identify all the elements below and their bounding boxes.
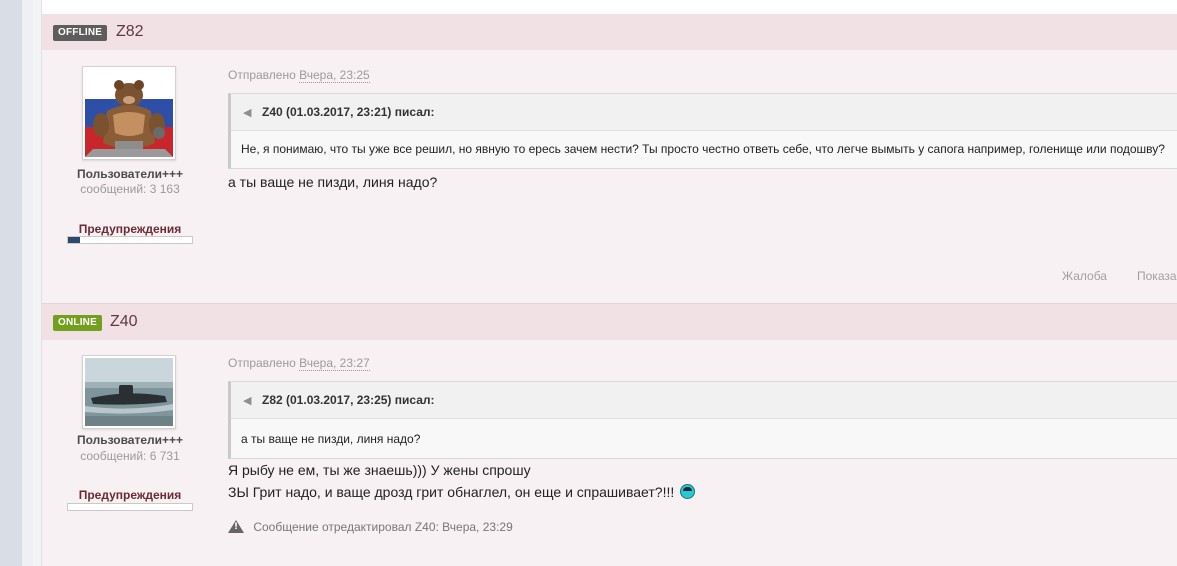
quote-header: ◀ Z82 (01.03.2017, 23:25) писал:	[231, 382, 1177, 419]
post-z40: ONLINE Z40 Пользователи+++ сообщений: 6 …	[41, 303, 1177, 566]
quote-author: Z40 (01.03.2017, 23:21) писал:	[262, 105, 435, 119]
post-body: а ты ваще не пизди, линя надо?	[228, 171, 437, 193]
edit-note: Сообщение отредактировал Z40: Вчера, 23:…	[228, 520, 513, 534]
quote-author: Z82 (01.03.2017, 23:25) писал:	[262, 393, 435, 407]
sent-date-link[interactable]: Вчера, 23:25	[299, 68, 370, 83]
show-link[interactable]: Показа	[1137, 269, 1177, 283]
post-header: ONLINE Z40	[42, 303, 1177, 340]
quote-header: ◀ Z40 (01.03.2017, 23:21) писал:	[231, 94, 1177, 131]
avatar[interactable]	[82, 355, 176, 429]
post-count: сообщений: 3 163	[80, 182, 180, 196]
quote-block: ◀ Z82 (01.03.2017, 23:25) писал: а ты ва…	[228, 381, 1177, 459]
left-gutter-inner	[22, 0, 33, 566]
warnings-label[interactable]: Предупреждения	[42, 222, 218, 236]
previous-post-bottom	[41, 0, 1177, 14]
post-body: Я рыбу не ем, ты же знаешь))) У жены спр…	[228, 459, 696, 503]
edit-note-text: Сообщение отредактировал Z40: Вчера, 23:…	[253, 520, 513, 534]
post-body-line: Я рыбу не ем, ты же знаешь))) У жены спр…	[228, 462, 531, 478]
quote-arrow-icon[interactable]: ◀	[243, 394, 251, 407]
avatar[interactable]	[82, 66, 176, 160]
smiley-icon	[680, 484, 696, 499]
post-body-line: ЗЫ Грит надо, и ваще дрозд грит обнаглел…	[228, 484, 675, 500]
user-group: Пользователи+++	[76, 433, 184, 447]
post-date: Отправлено Вчера, 23:25	[228, 68, 370, 83]
post-body-line-with-emoji: ЗЫ Грит надо, и ваще дрозд грит обнаглел…	[228, 481, 696, 503]
status-badge: OFFLINE	[53, 25, 108, 41]
sent-prefix: Отправлено	[228, 68, 296, 82]
post-body-line: а ты ваще не пизди, линя надо?	[228, 174, 438, 190]
user-group: Пользователи+++	[76, 167, 184, 181]
warnings-label[interactable]: Предупреждения	[42, 488, 218, 502]
username-link[interactable]: Z40	[110, 313, 138, 331]
warning-icon	[228, 520, 244, 533]
left-gutter	[0, 0, 22, 566]
sent-prefix: Отправлено	[228, 356, 296, 370]
quote-text: а ты ваще не пизди, линя надо?	[241, 432, 421, 446]
username-link[interactable]: Z82	[116, 23, 144, 41]
quote-text: Не, я понимаю, что ты уже все решил, но …	[241, 142, 1165, 156]
post-count: сообщений: 6 731	[80, 449, 180, 463]
warnings-bar	[67, 503, 193, 511]
post-header: OFFLINE Z82	[42, 14, 1177, 50]
quote-block: ◀ Z40 (01.03.2017, 23:21) писал: Не, я п…	[228, 93, 1177, 169]
post-z82: OFFLINE Z82 Пользователи+++ сообщений: 3…	[41, 14, 1177, 303]
avatar-submarine-image	[85, 358, 173, 426]
warnings-bar-fill	[68, 237, 81, 243]
status-badge: ONLINE	[53, 315, 102, 331]
avatar-bear-image	[85, 69, 173, 157]
post-date: Отправлено Вчера, 23:27	[228, 356, 370, 371]
warnings-bar	[67, 236, 193, 244]
quote-arrow-icon[interactable]: ◀	[243, 106, 251, 119]
sent-date-link[interactable]: Вчера, 23:27	[299, 356, 370, 371]
report-link[interactable]: Жалоба	[1062, 269, 1107, 283]
